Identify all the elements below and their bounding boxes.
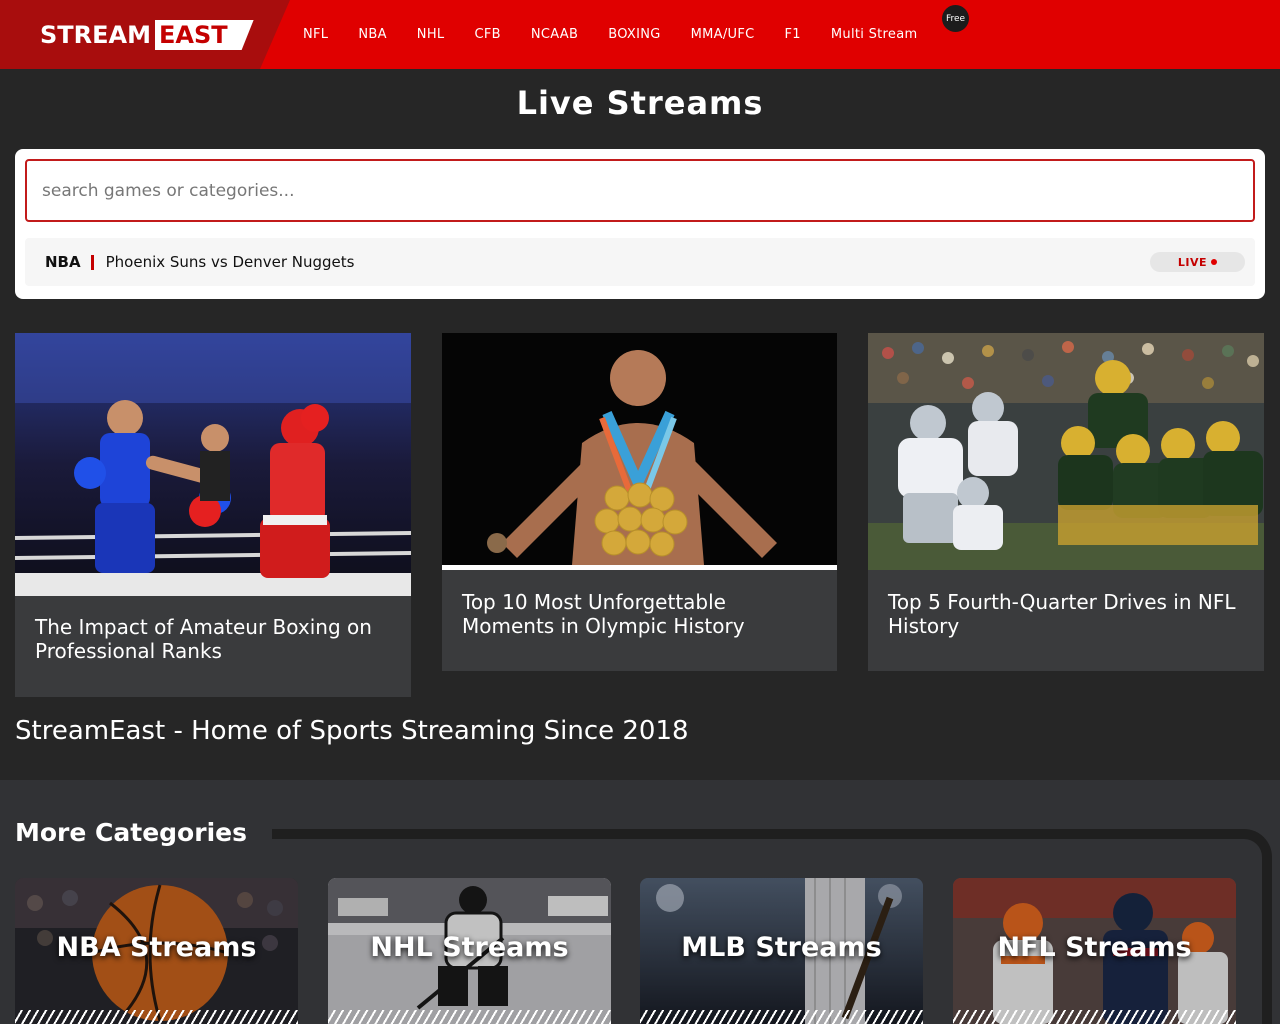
nav-item-f1[interactable]: F1 <box>770 0 816 69</box>
category-nhl[interactable]: NHL Streams <box>328 878 611 1024</box>
search-input[interactable] <box>25 159 1255 222</box>
nav-item-mma-ufc[interactable]: MMA/UFC <box>676 0 770 69</box>
live-badge-text: LIVE <box>1177 255 1208 269</box>
nav-item-ncaab[interactable]: NCAAB <box>516 0 593 69</box>
category-label: MLB Streams <box>681 932 882 963</box>
live-dot-icon <box>1211 259 1218 265</box>
site-tagline: StreamEast - Home of Sports Streaming Si… <box>15 716 689 746</box>
stream-title: Phoenix Suns vs Denver Nuggets <box>105 253 355 271</box>
nav-item-cfb[interactable]: CFB <box>459 0 515 69</box>
more-categories-section: More Categories NBA Streams NHL Streams … <box>0 780 1280 1024</box>
category-label: NHL Streams <box>370 932 569 963</box>
article-title: The Impact of Amateur Boxing on Professi… <box>35 615 372 663</box>
search-panel: NBA Phoenix Suns vs Denver Nuggets LIVE <box>15 149 1265 299</box>
nav-item-nhl[interactable]: NHL <box>402 0 460 69</box>
live-stream-row[interactable]: NBA Phoenix Suns vs Denver Nuggets LIVE <box>25 238 1255 286</box>
boxing-photo <box>15 333 411 596</box>
free-badge: Free <box>942 5 969 32</box>
nav-item-nfl[interactable]: NFL <box>288 0 343 69</box>
page-title: Live Streams <box>516 84 764 122</box>
article-title: Top 5 Fourth-Quarter Drives in NFL Histo… <box>888 590 1236 638</box>
category-stripe <box>953 1010 1236 1024</box>
nav-item-nba[interactable]: NBA <box>343 0 401 69</box>
site-logo[interactable]: STREAM EAST <box>40 19 254 51</box>
category-stripe <box>328 1010 611 1024</box>
category-stripe <box>640 1010 923 1024</box>
nav-item-boxing[interactable]: BOXING <box>593 0 675 69</box>
article-title: Top 10 Most Unforgettable Moments in Oly… <box>462 590 745 638</box>
category-label: NFL Streams <box>997 932 1192 963</box>
article-card-boxing[interactable]: The Impact of Amateur Boxing on Professi… <box>15 333 411 697</box>
category-nba[interactable]: NBA Streams <box>15 878 298 1024</box>
category-label: NBA Streams <box>56 932 257 963</box>
article-card-olympic[interactable]: Top 10 Most Unforgettable Moments in Oly… <box>442 333 837 671</box>
category-nfl[interactable]: NFL Streams <box>953 878 1236 1024</box>
category-mlb[interactable]: MLB Streams <box>640 878 923 1024</box>
live-badge: LIVE <box>1150 252 1245 272</box>
stream-divider <box>90 254 94 270</box>
stream-league: NBA <box>45 253 81 271</box>
olympic-swimmer-photo <box>442 333 837 570</box>
article-card-football[interactable]: Top 5 Fourth-Quarter Drives in NFL Histo… <box>868 333 1264 671</box>
nav-item-multi-stream[interactable]: Multi Stream <box>816 0 933 69</box>
football-photo <box>868 333 1264 570</box>
more-categories-title: More Categories <box>15 818 247 847</box>
logo-text-east: EAST <box>155 20 254 50</box>
logo-text-stream: STREAM <box>40 21 151 49</box>
category-stripe <box>15 1010 298 1024</box>
main-nav: NFL NBA NHL CFB NCAAB BOXING MMA/UFC F1 … <box>288 0 932 69</box>
site-header: STREAM EAST NFL NBA NHL CFB NCAAB BOXING… <box>0 0 1280 69</box>
